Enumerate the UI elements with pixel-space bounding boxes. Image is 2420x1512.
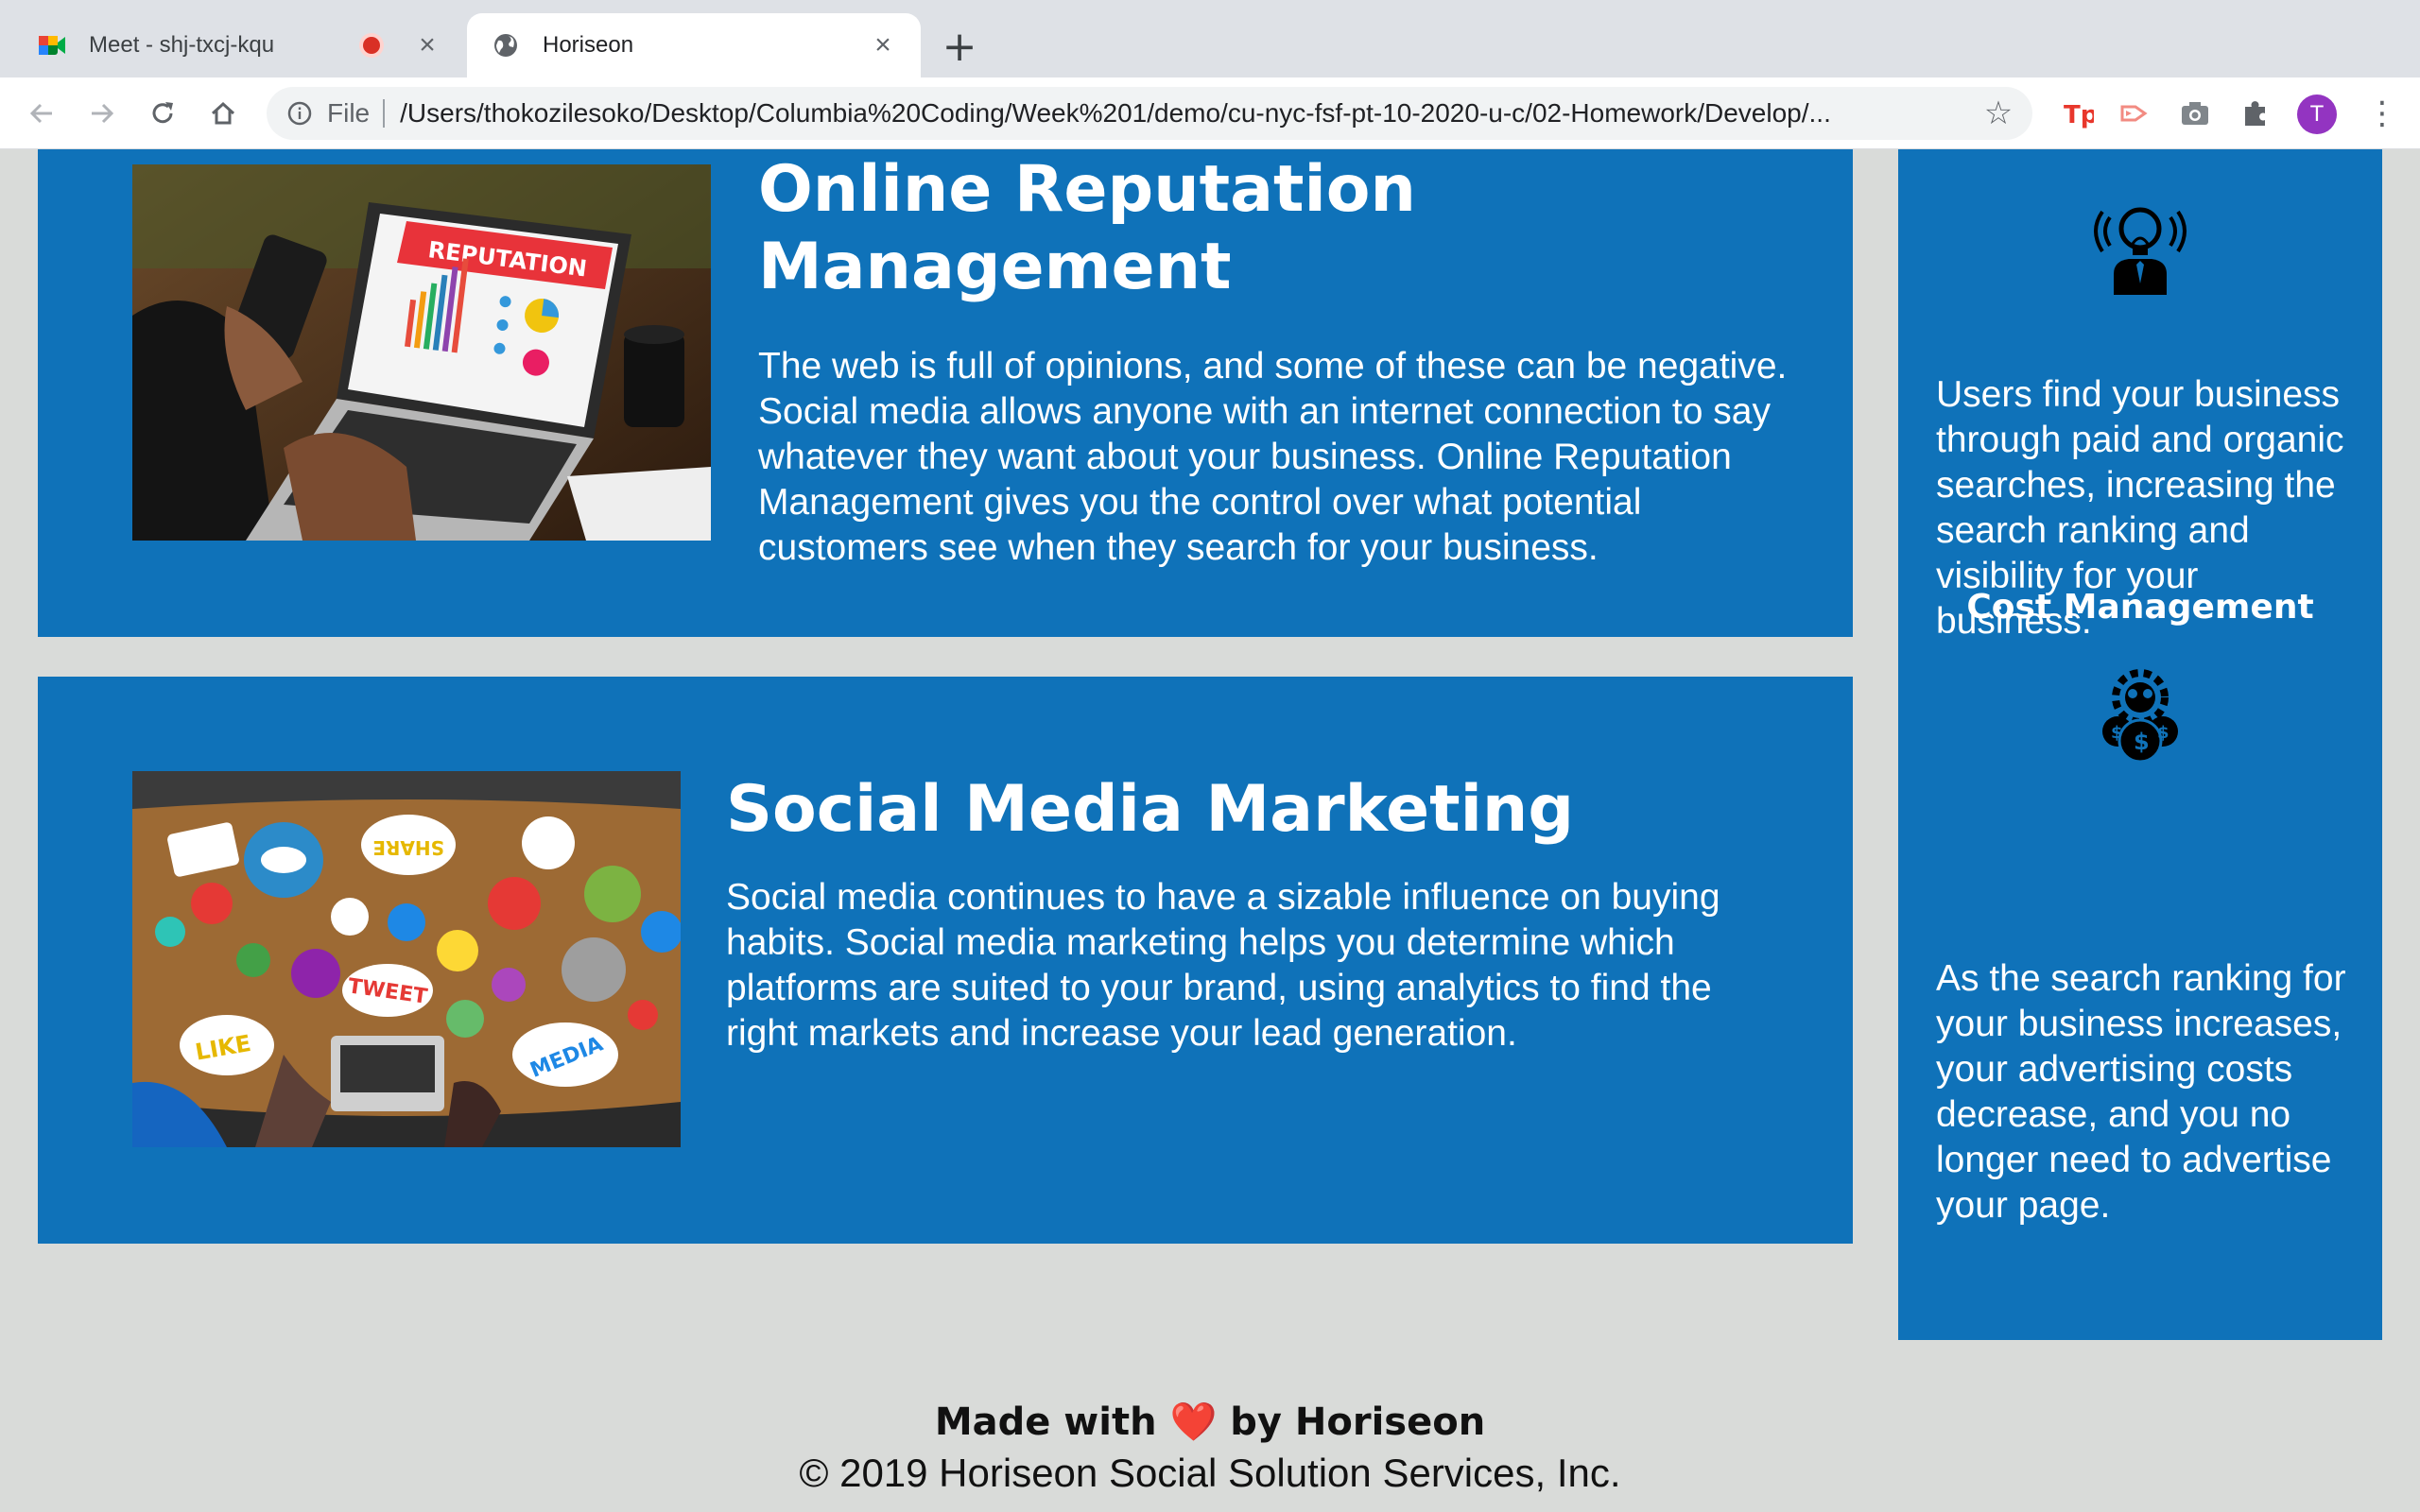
svg-text:$: $ [2157,723,2169,743]
google-meet-icon [38,31,66,60]
social-media-photo: SHARE TWEET LIKE MEDIA [132,771,681,1147]
service-text-column: Online Reputation Management The web is … [758,151,1817,571]
service-description: Social media continues to have a sizable… [726,877,1720,1054]
benefit-cost-text: As the search ranking for your business … [1936,958,2346,1226]
tab-strip: Meet - shj-txcj-kqu × Horiseon × + [0,0,2420,77]
lightbulb-person-icon [2093,197,2187,295]
svg-text:$: $ [2134,729,2150,755]
copyright-text: © 2019 Horiseon Social Solution Services… [799,1451,1621,1495]
tab-horiseon[interactable]: Horiseon × [467,13,921,77]
reload-button[interactable] [140,91,185,136]
page-footer: Made with ❤️ by Horiseon © 2019 Horiseon… [0,1397,2420,1499]
made-with-prefix: Made with [934,1400,1157,1444]
arrow-left-icon [29,103,52,124]
made-with-suffix: by Horiseon [1230,1400,1486,1444]
svg-text:Tp: Tp [2064,101,2094,129]
benefit-title-cost: Cost Management [1966,588,2314,627]
url-separator [383,99,386,128]
new-tab-button[interactable]: + [936,23,983,71]
tab-meet[interactable]: Meet - shj-txcj-kqu × [13,13,465,77]
svg-text:$: $ [2111,723,2123,743]
menu-kebab-icon[interactable]: ⋮ [2363,94,2401,132]
reputation-photo: REPUTATION [132,164,711,541]
reload-icon [152,102,173,124]
service-text-column: Social Media Marketing Social media cont… [726,771,1766,1057]
screencast-extension-icon[interactable] [2116,94,2153,132]
camera-extension-icon[interactable] [2176,94,2214,132]
tab-title: Meet - shj-txcj-kqu [89,32,275,58]
close-tab-icon[interactable]: × [414,29,441,60]
close-tab-icon[interactable]: × [870,29,896,60]
globe-icon [492,31,520,60]
url-scheme-label: File [327,98,371,128]
service-title: Online Reputation Management [758,152,1416,304]
service-title: Social Media Marketing [726,772,1575,847]
forward-button[interactable] [79,91,125,136]
back-button[interactable] [19,91,64,136]
tab-title: Horiseon [543,32,634,58]
arrow-right-icon [92,103,114,124]
heart-icon: ❤️ [1169,1400,1218,1444]
puzzle-extension-icon[interactable] [2237,94,2274,132]
page-viewport: REPUTATION Online Reputation Management … [0,149,2420,1512]
url-text[interactable]: /Users/thokozilesoko/Desktop/Columbia%20… [400,98,1979,129]
benefits-sidebar: Users find your business through paid an… [1898,149,2382,1340]
service-card-reputation: REPUTATION Online Reputation Management … [38,149,1853,637]
address-bar[interactable]: File /Users/thokozilesoko/Desktop/Columb… [267,87,2032,140]
home-button[interactable] [200,91,246,136]
profile-avatar[interactable]: T [2297,94,2337,134]
cost-management-icon: $ $ $ [2093,665,2187,764]
browser-toolbar: File /Users/thokozilesoko/Desktop/Columb… [0,77,2420,149]
service-description: The web is full of opinions, and some of… [758,346,1788,568]
info-icon[interactable] [285,99,314,128]
made-with-line: Made with ❤️ by Horiseon [0,1397,2420,1448]
bookmark-star-icon[interactable]: ☆ [1979,94,2017,132]
home-icon [211,101,235,125]
recording-indicator-icon [363,37,380,54]
tp-extension-icon[interactable]: Tp [2059,94,2097,132]
svg-text:SHARE: SHARE [372,836,444,859]
